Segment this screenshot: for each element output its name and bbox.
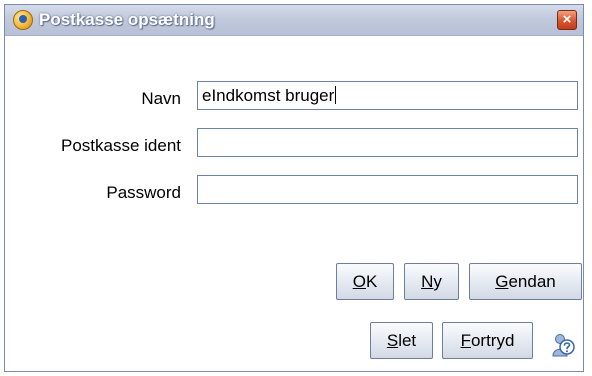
name-field-value: eIndkomst bruger [202,86,335,105]
delete-label-rest: let [398,331,417,350]
restore-button[interactable]: Gendan [469,263,582,300]
cancel-button[interactable]: Fortryd [442,322,533,359]
name-label: Navn [141,89,181,108]
close-icon[interactable]: × [557,10,577,30]
new-button[interactable]: Ny [404,263,459,300]
mailbox-ident-field[interactable] [197,128,578,157]
mailbox-ident-label: Postkasse ident [60,136,181,155]
restore-label-rest: endan [508,272,556,291]
password-field[interactable] [197,175,578,204]
ok-button[interactable]: OK [336,263,394,300]
window-title: Postkasse opsætning [39,10,215,29]
dialog-window: Postkasse opsætning × Navn Postkasse ide… [4,4,584,372]
mailbox-app-icon [13,10,33,30]
new-label-rest: y [433,272,442,291]
name-field[interactable]: eIndkomst bruger [197,81,578,110]
delete-mnemonic: S [386,331,399,350]
cancel-label-rest: ortryd [470,331,515,350]
help-icon[interactable] [548,330,576,358]
title-bar[interactable]: Postkasse opsætning × [5,5,583,36]
new-mnemonic: N [421,272,434,291]
delete-button[interactable]: Slet [370,322,433,359]
ok-label-rest: K [365,272,378,291]
password-label: Password [106,183,181,202]
cancel-mnemonic: F [460,331,471,350]
ok-mnemonic: O [352,272,366,291]
text-caret [335,86,337,104]
app-icon-dot [19,15,27,23]
restore-mnemonic: G [495,272,509,291]
